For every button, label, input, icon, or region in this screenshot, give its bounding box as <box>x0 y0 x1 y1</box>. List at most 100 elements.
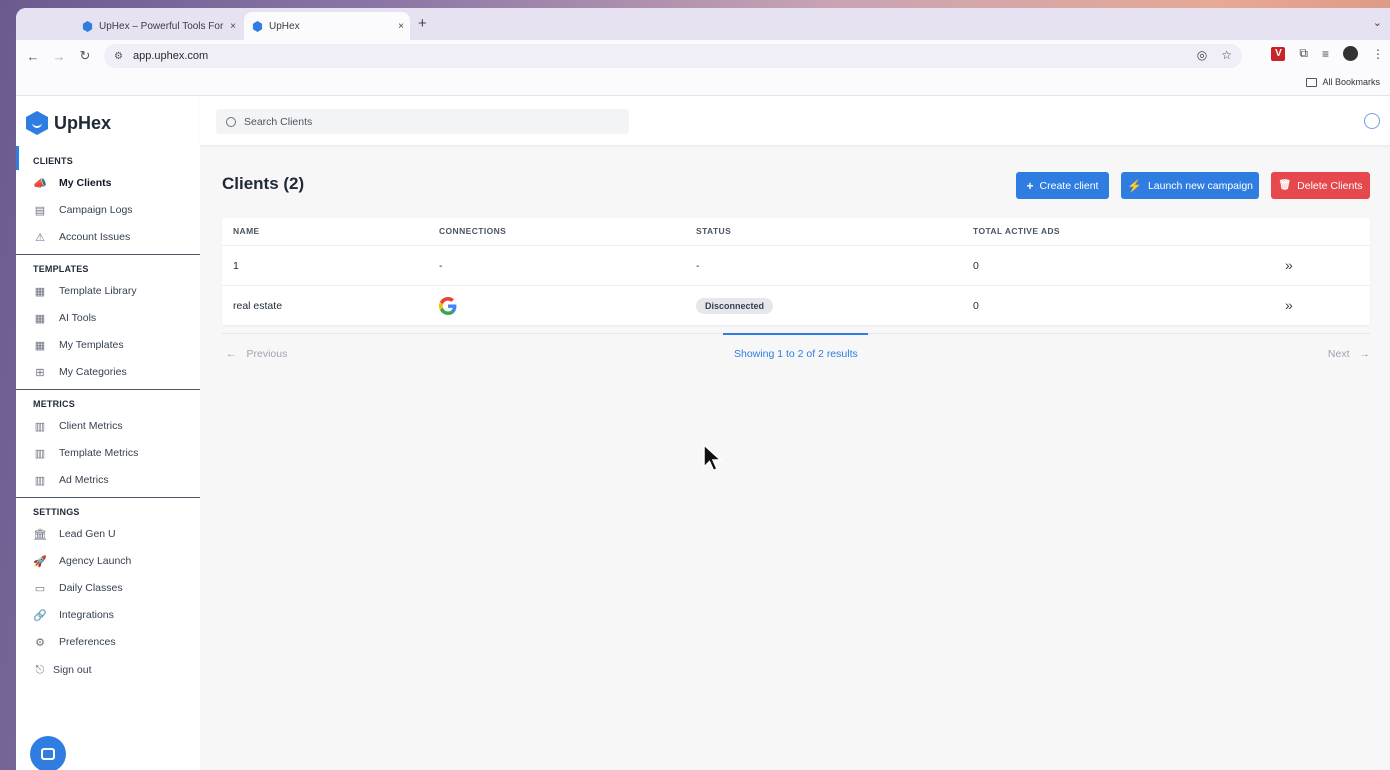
previous-page-button[interactable]: ← Previous <box>226 348 287 360</box>
tab-uphex-app[interactable]: UpHex × <box>244 12 410 40</box>
sidebar-item-template-library[interactable]: ▦ Template Library <box>16 280 200 302</box>
sidebar-item-label: My Templates <box>59 339 124 351</box>
create-client-button[interactable]: + Create client <box>1016 172 1109 199</box>
address-bar[interactable]: ⚙ app.uphex.com ◎ ☆ <box>104 44 1242 68</box>
media-control-icon[interactable]: ≡ <box>1322 47 1329 61</box>
sidebar-item-ai-tools[interactable]: ▦ AI Tools <box>16 307 200 329</box>
sidebar-item-label: My Clients <box>59 177 112 189</box>
table-row[interactable]: real estate Disconnected 0 » <box>222 285 1370 324</box>
table-header: NAME CONNECTIONS STATUS TOTAL ACTIVE ADS <box>222 218 1370 246</box>
uphex-logo-icon <box>26 111 48 135</box>
google-icon <box>439 297 457 315</box>
all-bookmarks-button[interactable]: All Bookmarks <box>1306 77 1380 87</box>
trash-icon: 🗑 <box>1278 180 1292 191</box>
sidebar-item-template-metrics[interactable]: ▥ Template Metrics <box>16 442 200 464</box>
sidebar-item-label: Account Issues <box>59 231 131 243</box>
extensions-puzzle-icon[interactable]: ⧉ <box>1299 46 1308 61</box>
uphex-favicon-icon <box>82 20 93 32</box>
sidebar-item-campaign-logs[interactable]: ▤ Campaign Logs <box>16 199 200 221</box>
bar-chart-icon: ▥ <box>34 420 46 433</box>
arrow-right-icon: → <box>1359 348 1371 360</box>
sidebar-divider <box>16 389 200 390</box>
sidebar-item-client-metrics[interactable]: ▥ Client Metrics <box>16 415 200 437</box>
uphex-favicon-icon <box>252 20 263 32</box>
lightning-icon: ⚡ <box>1126 178 1142 193</box>
launch-campaign-button[interactable]: ⚡ Launch new campaign <box>1121 172 1259 199</box>
extension-v-icon[interactable]: V <box>1271 46 1286 61</box>
create-client-label: Create client <box>1039 179 1099 192</box>
brand-logo[interactable]: UpHex <box>26 111 111 135</box>
sidebar-item-my-clients[interactable]: 📣 My Clients <box>16 172 200 194</box>
browser-window: UpHex – Powerful Tools For A × UpHex × +… <box>16 8 1390 770</box>
pagination-results: Showing 1 to 2 of 2 results <box>734 348 858 360</box>
sidebar-item-label: Daily Classes <box>59 582 123 594</box>
tab-title: UpHex – Powerful Tools For A <box>99 20 224 32</box>
rocket-icon: 🚀 <box>33 555 47 568</box>
sidebar-item-label: Integrations <box>59 609 114 621</box>
sidebar-item-lead-gen-u[interactable]: 🏛 Lead Gen U <box>16 523 200 545</box>
page-title: Clients (2) <box>222 174 305 193</box>
client-status: - <box>696 260 700 272</box>
search-input[interactable] <box>244 115 604 128</box>
sidebar-item-label: Agency Launch <box>59 555 132 567</box>
arrow-left-icon: ← <box>226 348 237 360</box>
sidebar-item-my-templates[interactable]: ▦ My Templates <box>16 334 200 356</box>
bookmarks-bar: All Bookmarks <box>16 72 1390 96</box>
sidebar-item-label: Lead Gen U <box>59 528 116 540</box>
sidebar-item-label: My Categories <box>59 366 127 378</box>
sidebar-item-label: Campaign Logs <box>59 204 133 216</box>
sidebar-item-integrations[interactable]: 🔗 Integrations <box>16 604 200 626</box>
profile-avatar[interactable] <box>1343 46 1358 61</box>
tab-close-icon[interactable]: × <box>392 21 410 32</box>
tab-search-icon[interactable]: ⌄ <box>1373 16 1382 29</box>
client-active-ads: 0 <box>973 300 979 312</box>
tab-title: UpHex <box>269 20 300 32</box>
user-account-icon[interactable] <box>1364 113 1380 129</box>
uphex-app: UpHex CLIENTS 📣 My Clients ▤ Campaign Lo… <box>16 97 1390 770</box>
client-connections: - <box>439 260 443 272</box>
sidebar-item-label: Preferences <box>59 636 116 648</box>
section-templates: TEMPLATES <box>33 264 89 274</box>
warning-icon: ⚠ <box>35 231 45 244</box>
gear-icon: ⚙ <box>35 636 45 649</box>
sidebar: UpHex CLIENTS 📣 My Clients ▤ Campaign Lo… <box>16 97 200 770</box>
sidebar-item-ad-metrics[interactable]: ▥ Ad Metrics <box>16 469 200 491</box>
site-info-icon[interactable]: ⚙ <box>114 51 123 62</box>
column-header-connections: CONNECTIONS <box>439 226 507 236</box>
new-tab-button[interactable]: + <box>418 15 427 32</box>
back-icon[interactable]: ← <box>20 49 46 64</box>
chat-icon <box>41 748 55 760</box>
forward-icon[interactable]: → <box>46 49 72 64</box>
browser-menu-icon[interactable]: ⋮ <box>1372 47 1384 61</box>
folder-icon <box>1306 77 1318 87</box>
sidebar-item-my-categories[interactable]: ⊞ My Categories <box>16 361 200 383</box>
brand-name: UpHex <box>54 112 112 133</box>
sign-out-button[interactable]: ⎋ Sign out <box>16 659 200 681</box>
next-page-button[interactable]: Next → <box>1328 348 1370 360</box>
eye-off-icon[interactable]: ◎ <box>1197 48 1207 62</box>
link-icon: 🔗 <box>33 609 47 622</box>
sidebar-item-preferences[interactable]: ⚙ Preferences <box>16 631 200 653</box>
search-icon <box>226 116 236 127</box>
clients-table: NAME CONNECTIONS STATUS TOTAL ACTIVE ADS… <box>222 218 1370 325</box>
sidebar-item-label: Client Metrics <box>59 420 123 432</box>
chat-support-button[interactable] <box>30 736 66 770</box>
column-header-total-active-ads: TOTAL ACTIVE ADS <box>973 226 1060 236</box>
sidebar-item-agency-launch[interactable]: 🚀 Agency Launch <box>16 550 200 572</box>
bookmark-star-icon[interactable]: ☆ <box>1221 48 1232 62</box>
sidebar-item-account-issues[interactable]: ⚠ Account Issues <box>16 226 200 248</box>
sidebar-item-label: Template Library <box>59 285 137 297</box>
sidebar-item-daily-classes[interactable]: ▭ Daily Classes <box>16 577 200 599</box>
open-client-chevron-icon[interactable]: » <box>1285 257 1293 273</box>
tab-uphex-home[interactable]: UpHex – Powerful Tools For A × <box>76 12 242 40</box>
search-bar[interactable] <box>216 109 629 134</box>
url-text: app.uphex.com <box>132 50 209 62</box>
table-row[interactable]: 1 - - 0 » <box>222 246 1370 285</box>
section-clients: CLIENTS <box>33 156 73 166</box>
all-bookmarks-label: All Bookmarks <box>1322 77 1380 87</box>
reload-icon[interactable]: ↻ <box>72 48 98 64</box>
pagination: ← Previous Showing 1 to 2 of 2 results N… <box>222 333 1370 363</box>
delete-clients-button[interactable]: 🗑 Delete Clients <box>1271 172 1370 199</box>
tab-close-icon[interactable]: × <box>224 21 242 32</box>
open-client-chevron-icon[interactable]: » <box>1285 297 1293 313</box>
